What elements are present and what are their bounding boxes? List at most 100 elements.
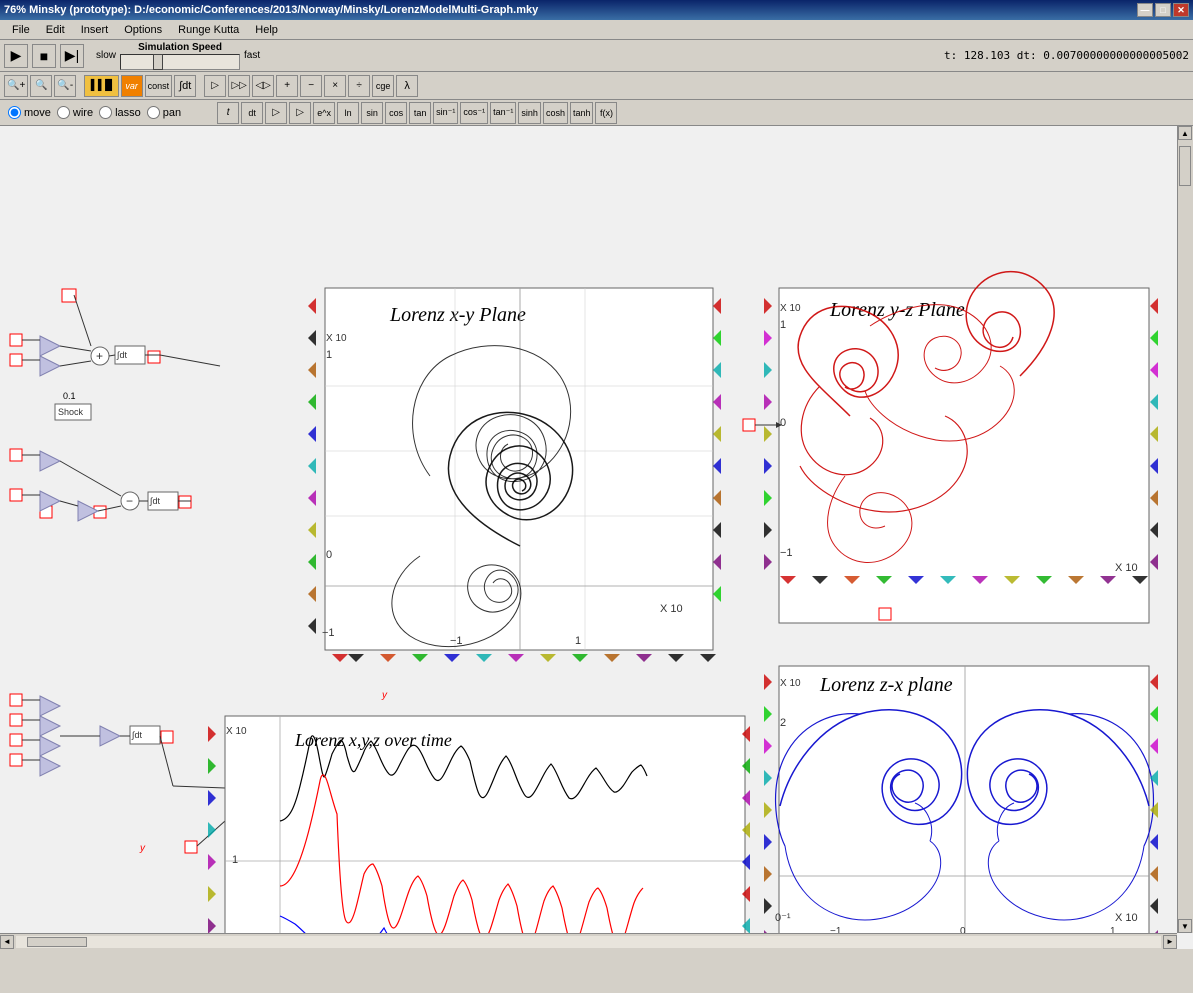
main-canvas[interactable]: σ y x + ∫dt x 0.1 Shock ρ [0,126,1193,949]
zoom-in-button[interactable]: 🔍+ [4,75,28,97]
menu-options[interactable]: Options [116,22,170,38]
vertical-scrollbar[interactable]: ▲ ▼ [1177,126,1193,933]
asin-btn[interactable]: sin⁻¹ [433,102,458,124]
cosh-btn[interactable]: cosh [543,102,568,124]
zoom-reset-button[interactable]: 🔍 [30,75,52,97]
scroll-track-h [16,936,1161,948]
minimize-button[interactable]: — [1137,3,1153,17]
svg-text:1: 1 [575,635,581,647]
pan-mode[interactable]: pan [147,106,181,119]
pan-label: pan [163,107,181,119]
move-radio[interactable] [8,106,21,119]
svg-text:X 10: X 10 [226,726,247,737]
scroll-right-btn[interactable]: ► [1163,935,1177,949]
svg-text:X 10: X 10 [326,333,347,344]
fx-btn[interactable]: f(x) [595,102,617,124]
lasso-label: lasso [115,107,141,119]
sinh-btn[interactable]: sinh [518,102,541,124]
flip-button[interactable]: ◁▷ [252,75,274,97]
title-bar: 76% Minsky (prototype): D:/economic/Conf… [0,0,1193,20]
wire-radio[interactable] [57,106,70,119]
scroll-up-btn[interactable]: ▲ [1178,126,1192,140]
step-button[interactable]: ▶| [60,44,84,68]
acos-btn[interactable]: cos⁻¹ [460,102,488,124]
cos-btn[interactable]: cos [385,102,407,124]
speed-fast-label: fast [244,50,260,61]
stop-button[interactable]: ■ [32,44,56,68]
scroll-thumb-h[interactable] [27,937,87,947]
lasso-mode[interactable]: lasso [99,106,141,119]
subtract-button[interactable]: − [300,75,322,97]
scroll-thumb-v[interactable] [1179,146,1191,186]
title-text: 76% Minsky (prototype): D:/economic/Conf… [4,4,538,16]
svg-text:y: y [381,690,388,701]
xy-plot-title: Lorenz x-y Plane [389,304,526,326]
menu-rungekutta[interactable]: Runge Kutta [170,22,247,38]
atan-btn[interactable]: tan⁻¹ [490,102,516,124]
speed-slow-label: slow [96,50,116,61]
wire-label: wire [73,107,93,119]
close-button[interactable]: ✕ [1173,3,1189,17]
t-btn[interactable]: t [217,102,239,124]
svg-text:0.1: 0.1 [63,391,76,401]
svg-text:y: y [139,843,146,854]
svg-text:X 10: X 10 [1115,912,1138,924]
dt-btn[interactable]: dt [241,102,263,124]
mode-toolbar: move wire lasso pan t dt ▷ ▷ e^x ln sin … [0,100,1193,126]
mult-block-2 [40,356,60,376]
zoom-out-button[interactable]: 🔍- [54,75,76,97]
svg-text:+: + [96,349,103,363]
divide-button[interactable]: ÷ [348,75,370,97]
integral-button[interactable]: ∫dt [174,75,196,97]
svg-text:−: − [126,494,133,508]
svg-text:−1: −1 [450,635,463,647]
time-display: t: 128.103 dt: 0.00700000000000005002 [944,49,1189,62]
copy-button[interactable]: ▷ [204,75,226,97]
svg-text:−1: −1 [780,547,793,559]
menu-help[interactable]: Help [247,22,286,38]
arrow-right2[interactable]: ▷ [289,102,311,124]
canvas-svg: σ y x + ∫dt x 0.1 Shock ρ [0,126,1193,949]
menu-bar: File Edit Insert Options Runge Kutta Hel… [0,20,1193,40]
svg-text:1: 1 [232,854,238,866]
horizontal-scrollbar[interactable]: ◄ ► [0,933,1177,949]
svg-text:∫dt: ∫dt [116,350,127,360]
maximize-button[interactable]: □ [1155,3,1171,17]
svg-text:X 10: X 10 [780,678,801,689]
svg-text:X 10: X 10 [780,303,801,314]
menu-file[interactable]: File [4,22,38,38]
lambda-button[interactable]: λ [396,75,418,97]
move-mode[interactable]: move [8,106,51,119]
svg-text:X 10: X 10 [1115,562,1138,574]
wire-mode[interactable]: wire [57,106,93,119]
svg-text:Shock: Shock [58,407,84,417]
plot-button[interactable]: ▐▐▐▌ [84,75,118,97]
arrow-right1[interactable]: ▷ [265,102,287,124]
paste-button[interactable]: ▷▷ [228,75,250,97]
const-button[interactable]: const [145,75,173,97]
speed-slider[interactable] [120,54,240,70]
scroll-left-btn[interactable]: ◄ [0,935,14,949]
icon-toolbar: 🔍+ 🔍 🔍- ▐▐▐▌ var const ∫dt ▷ ▷▷ ◁▷ + − ×… [0,72,1193,100]
var-button[interactable]: var [121,75,143,97]
add-button[interactable]: + [276,75,298,97]
svg-text:2: 2 [780,717,786,729]
exp-btn[interactable]: e^x [313,102,335,124]
menu-insert[interactable]: Insert [73,22,117,38]
pan-radio[interactable] [147,106,160,119]
play-button[interactable]: ▶ [4,44,28,68]
yz-plot-title: Lorenz y-z Plane [829,299,965,321]
sin-btn[interactable]: sin [361,102,383,124]
ln-btn[interactable]: ln [337,102,359,124]
tanh-btn[interactable]: tanh [570,102,594,124]
scroll-down-btn[interactable]: ▼ [1178,919,1192,933]
lasso-radio[interactable] [99,106,112,119]
multiply-button[interactable]: × [324,75,346,97]
svg-text:∫dt: ∫dt [149,496,160,506]
tan-btn[interactable]: tan [409,102,431,124]
svg-text:1: 1 [326,349,332,361]
cge-button[interactable]: cge [372,75,394,97]
main-toolbar: ▶ ■ ▶| slow Simulation Speed fast t: 128… [0,40,1193,72]
svg-text:∫dt: ∫dt [131,730,142,740]
menu-edit[interactable]: Edit [38,22,73,38]
